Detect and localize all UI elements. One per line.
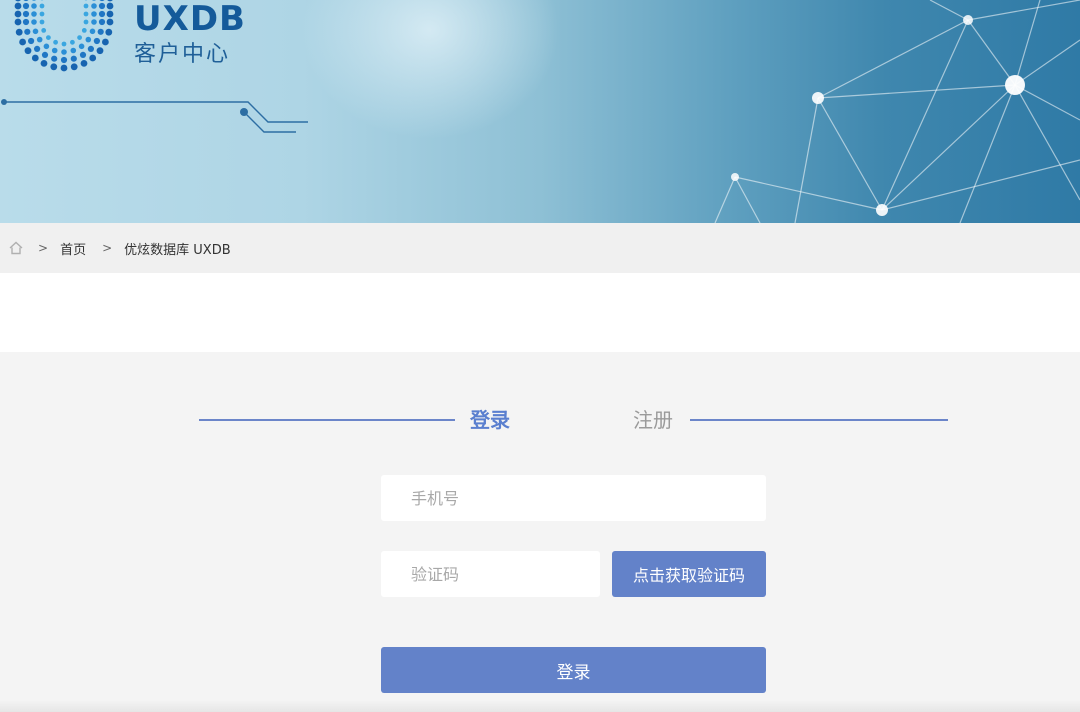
login-submit-button[interactable]: 登录 xyxy=(381,647,766,693)
logo-dot xyxy=(34,45,41,52)
logo-dot xyxy=(97,28,104,35)
tab-divider-right xyxy=(690,419,948,421)
logo-dot xyxy=(60,64,68,72)
logo-dot xyxy=(96,47,104,55)
logo-dot xyxy=(22,2,30,10)
logo-dot xyxy=(31,11,37,17)
logo-dot xyxy=(106,2,114,10)
brand-title: UXDB xyxy=(134,0,246,39)
logo-dot xyxy=(98,10,106,18)
logo-dot xyxy=(81,28,87,33)
breadcrumb-separator: > xyxy=(38,241,49,255)
logo-dot xyxy=(15,0,21,2)
get-code-button[interactable]: 点击获取验证码 xyxy=(612,551,766,597)
logo-dot xyxy=(39,19,45,25)
tab-register[interactable]: 注册 xyxy=(633,406,673,434)
logo-dot xyxy=(31,54,39,62)
verification-code-input[interactable] xyxy=(381,551,600,597)
logo-dot xyxy=(14,18,22,26)
logo-dot xyxy=(51,55,58,62)
logo-dot xyxy=(46,35,51,40)
logo-dot xyxy=(92,0,96,1)
logo-dot xyxy=(91,19,97,25)
home-icon[interactable] xyxy=(8,240,24,256)
logo-dot xyxy=(39,11,45,17)
logo-dot xyxy=(14,10,22,18)
tab-divider-left xyxy=(199,419,455,421)
logo-dot xyxy=(22,10,30,18)
breadcrumb-current: 优炫数据库 UXDB xyxy=(124,242,231,258)
logo-dot xyxy=(78,43,85,50)
logo-dot xyxy=(28,37,35,45)
logo-dot xyxy=(15,28,23,36)
logo-dot xyxy=(36,36,43,43)
logo-dot xyxy=(85,36,92,43)
logo-dot xyxy=(14,2,22,10)
logo-dot xyxy=(24,47,32,55)
logo-dot xyxy=(98,2,106,10)
logo-dot xyxy=(87,45,94,52)
logo-dot xyxy=(83,19,89,25)
logo-dot xyxy=(61,41,67,47)
logo-dot xyxy=(50,63,58,71)
logo-dot xyxy=(61,49,67,55)
logo-dot xyxy=(98,18,106,26)
logo-dot xyxy=(105,28,113,36)
logo-dot xyxy=(89,54,97,62)
logo-dot xyxy=(31,3,37,9)
logo-dot xyxy=(31,19,37,25)
logo-dot xyxy=(77,35,82,40)
brand-subtitle: 客户中心 xyxy=(134,42,231,67)
logo-dot xyxy=(70,63,78,71)
bottom-shade xyxy=(0,700,1080,712)
phone-input[interactable] xyxy=(381,475,766,521)
logo-dot xyxy=(91,11,97,17)
uxdb-logo-icon xyxy=(14,0,114,72)
logo-dot xyxy=(91,3,97,9)
logo-dot xyxy=(60,56,68,64)
logo-dot xyxy=(43,43,50,50)
logo-dot xyxy=(51,47,58,54)
logo-dot xyxy=(19,38,26,46)
logo-dot xyxy=(80,60,88,67)
logo-dot xyxy=(40,60,48,67)
logo-dot xyxy=(106,10,114,18)
logo-dot xyxy=(83,3,89,9)
logo-dot xyxy=(89,28,96,35)
logo-dot xyxy=(41,51,49,58)
logo-dot xyxy=(70,47,77,54)
logo-dot xyxy=(39,3,45,9)
logo-dot xyxy=(32,28,39,35)
logo-dot xyxy=(23,0,29,2)
tab-login[interactable]: 登录 xyxy=(470,406,510,434)
logo-dot xyxy=(106,18,114,26)
breadcrumb-home-link[interactable]: 首页 xyxy=(60,239,86,258)
logo-dot xyxy=(24,28,31,35)
logo-dot xyxy=(107,0,113,2)
logo-dot xyxy=(79,51,87,58)
header-banner: UXDB 客户中心 xyxy=(0,0,1080,223)
logo-dot xyxy=(99,0,105,2)
breadcrumb-separator: > xyxy=(102,241,113,255)
logo-dot xyxy=(70,55,77,62)
breadcrumb: > 首页 > 优炫数据库 UXDB xyxy=(0,223,1080,273)
logo-dot xyxy=(93,37,100,45)
logo-dot xyxy=(83,11,89,17)
logo-dot xyxy=(102,38,109,46)
logo-dot xyxy=(41,28,47,33)
logo-dot xyxy=(53,39,58,45)
logo-dot xyxy=(22,18,30,26)
logo-dot xyxy=(32,0,36,1)
logo-dot xyxy=(70,39,75,45)
